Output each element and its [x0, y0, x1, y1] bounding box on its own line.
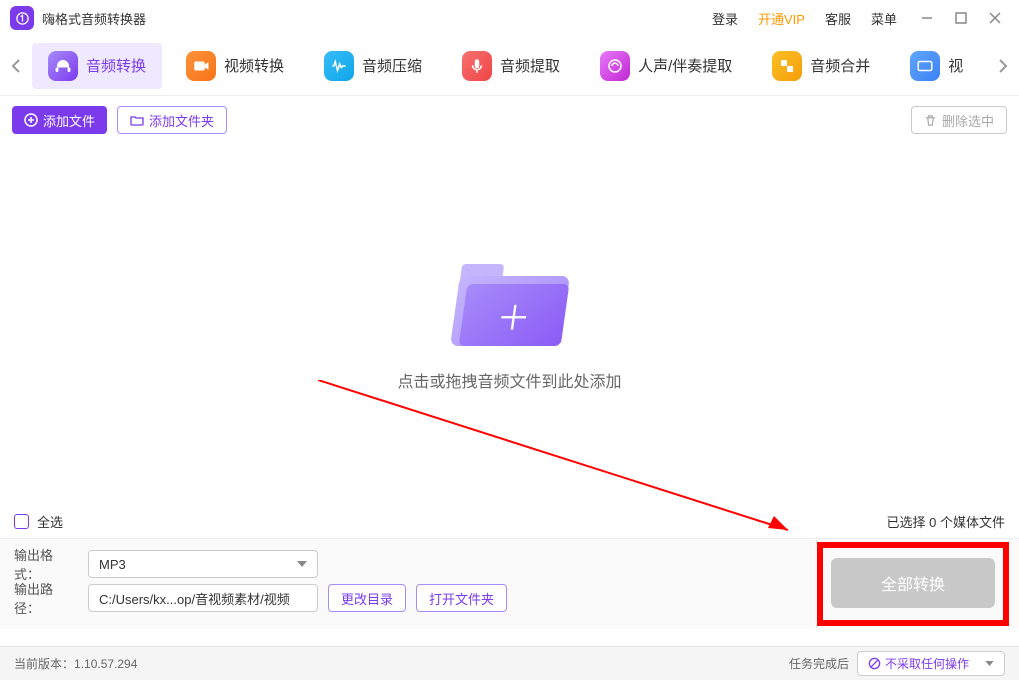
- app-logo: [10, 6, 34, 30]
- chevron-down-icon: [985, 661, 994, 666]
- tab-video-convert[interactable]: 视频转换: [170, 43, 300, 89]
- tab-label: 音频合并: [810, 55, 870, 76]
- plus-circle-icon: [24, 113, 38, 127]
- merge-icon: [772, 51, 802, 81]
- after-task-label: 任务完成后: [789, 655, 849, 672]
- output-path-field[interactable]: C:/Users/kx...op/音视频素材/视频: [88, 584, 318, 612]
- convert-all-button[interactable]: 全部转换: [831, 558, 995, 608]
- toolbar: 添加文件 添加文件夹 删除选中: [0, 96, 1019, 144]
- chevron-down-icon: [297, 561, 307, 567]
- add-folder-button[interactable]: 添加文件夹: [117, 106, 227, 134]
- tab-audio-convert[interactable]: 音频转换: [32, 43, 162, 89]
- vip-link[interactable]: 开通VIP: [758, 9, 805, 28]
- video-icon: [186, 51, 216, 81]
- tabs-prev[interactable]: [4, 58, 28, 74]
- close-button[interactable]: [981, 4, 1009, 32]
- titlebar: 嗨格式音频转换器 登录 开通VIP 客服 菜单: [0, 0, 1019, 36]
- gif-icon: [910, 51, 940, 81]
- output-format-label: 输出格式：: [14, 545, 78, 583]
- tab-label: 音频转换: [86, 55, 146, 76]
- app-title: 嗨格式音频转换器: [42, 9, 146, 28]
- output-format-select[interactable]: MP3: [88, 550, 318, 578]
- maximize-button[interactable]: [947, 4, 975, 32]
- output-path-label: 输出路径：: [14, 579, 78, 617]
- after-task-select[interactable]: 不采取任何操作: [857, 651, 1005, 676]
- tab-video-more[interactable]: 视: [894, 43, 979, 89]
- tab-label: 视: [948, 55, 963, 76]
- select-all-checkbox[interactable]: [14, 514, 29, 529]
- open-folder-button[interactable]: 打开文件夹: [416, 584, 507, 612]
- login-link[interactable]: 登录: [712, 9, 738, 28]
- version-value: 1.10.57.294: [74, 657, 137, 671]
- dropzone[interactable]: ＋ 点击或拖拽音频文件到此处添加: [0, 144, 1019, 504]
- tabs-next[interactable]: [991, 58, 1015, 74]
- menu-link[interactable]: 菜单: [871, 9, 897, 28]
- tab-audio-compress[interactable]: 音频压缩: [308, 43, 438, 89]
- version-label: 当前版本：: [14, 655, 74, 672]
- trash-icon: [924, 114, 937, 127]
- selection-row: 全选 已选择 0 个媒体文件: [0, 504, 1019, 538]
- change-dir-button[interactable]: 更改目录: [328, 584, 406, 612]
- tabbar: 音频转换 视频转换 音频压缩 音频提取 人声/伴奏提取 音频合并 视: [0, 36, 1019, 96]
- tab-label: 人声/伴奏提取: [638, 55, 732, 76]
- folder-icon: [130, 113, 144, 127]
- folder-add-icon: ＋: [455, 256, 565, 346]
- tab-label: 视频转换: [224, 55, 284, 76]
- select-all-label: 全选: [37, 512, 63, 531]
- selected-count-text: 已选择 0 个媒体文件: [887, 512, 1005, 531]
- tab-label: 音频提取: [500, 55, 560, 76]
- dropzone-hint: 点击或拖拽音频文件到此处添加: [397, 368, 621, 392]
- statusbar: 当前版本： 1.10.57.294 任务完成后 不采取任何操作: [0, 646, 1019, 680]
- tab-audio-extract[interactable]: 音频提取: [446, 43, 576, 89]
- headphones-icon: [48, 51, 78, 81]
- tab-audio-merge[interactable]: 音频合并: [756, 43, 886, 89]
- add-file-button[interactable]: 添加文件: [12, 106, 107, 134]
- prohibit-icon: [868, 657, 881, 670]
- tab-vocal-split[interactable]: 人声/伴奏提取: [584, 43, 748, 89]
- waveform-icon: [324, 51, 354, 81]
- microphone-icon: [462, 51, 492, 81]
- vocal-icon: [600, 51, 630, 81]
- support-link[interactable]: 客服: [825, 9, 851, 28]
- minimize-button[interactable]: [913, 4, 941, 32]
- tab-label: 音频压缩: [362, 55, 422, 76]
- delete-selected-button[interactable]: 删除选中: [911, 106, 1007, 134]
